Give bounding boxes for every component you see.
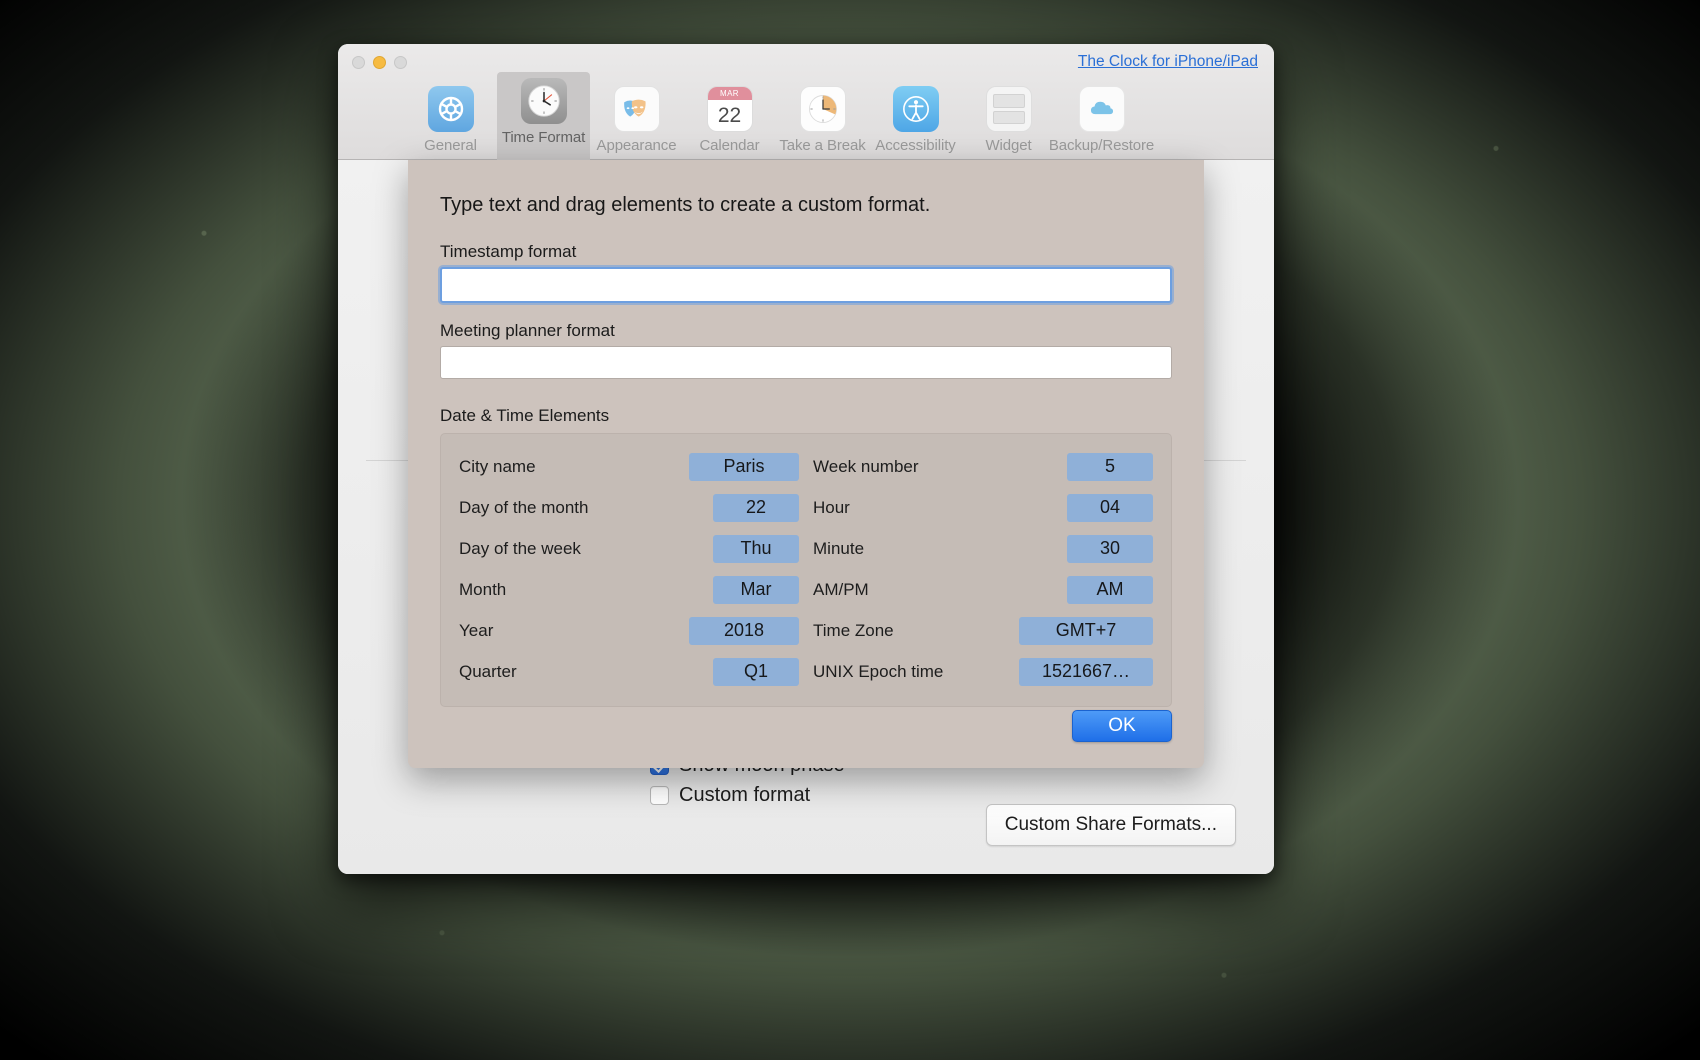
- element-token[interactable]: Thu: [713, 534, 799, 563]
- tab-backup-restore[interactable]: Backup/Restore: [1049, 80, 1154, 160]
- element-token[interactable]: AM: [1067, 575, 1153, 604]
- element-token[interactable]: 04: [1067, 493, 1153, 522]
- element-token[interactable]: 5: [1067, 452, 1153, 481]
- traffic-lights: [352, 56, 407, 69]
- element-row[interactable]: Quarter Q1: [459, 651, 799, 692]
- element-token[interactable]: 2018: [689, 616, 799, 645]
- tab-take-a-break[interactable]: Take a Break: [776, 80, 869, 160]
- tab-accessibility[interactable]: Accessibility: [869, 80, 962, 160]
- element-label: UNIX Epoch time: [813, 661, 944, 681]
- tab-widget[interactable]: Widget: [962, 80, 1055, 160]
- tab-label: Time Format: [501, 129, 586, 146]
- toolbar-tabs: General Time Format Appearance MAR 22 Ca…: [404, 72, 1154, 160]
- element-label: Day of the week: [459, 538, 581, 558]
- app-store-link[interactable]: The Clock for iPhone/iPad: [1078, 53, 1258, 71]
- theater-masks-icon: [613, 86, 660, 132]
- date-time-elements-box: City name Paris Day of the month 22 Day …: [440, 433, 1172, 707]
- element-row[interactable]: Day of the week Thu: [459, 528, 799, 569]
- element-label: City name: [459, 456, 536, 476]
- tab-appearance[interactable]: Appearance: [590, 80, 683, 160]
- widget-icon: [985, 86, 1032, 132]
- tab-label: Accessibility: [875, 137, 956, 154]
- cloud-icon: [1078, 86, 1125, 132]
- preferences-window: The Clock for iPhone/iPad General Time F…: [338, 44, 1274, 874]
- element-token[interactable]: Paris: [689, 452, 799, 481]
- tab-label: Widget: [985, 137, 1032, 154]
- element-label: Hour: [813, 497, 850, 517]
- element-row[interactable]: Month Mar: [459, 569, 799, 610]
- elements-column-left: City name Paris Day of the month 22 Day …: [459, 446, 799, 692]
- calendar-icon-month: MAR: [707, 87, 752, 100]
- element-row[interactable]: Hour 04: [813, 487, 1153, 528]
- element-row[interactable]: Week number 5: [813, 446, 1153, 487]
- element-label: Minute: [813, 538, 865, 558]
- element-token[interactable]: Q1: [713, 657, 799, 686]
- calendar-icon: MAR 22: [706, 86, 753, 132]
- meeting-planner-format-input[interactable]: [440, 346, 1172, 379]
- zoom-button[interactable]: [394, 56, 407, 69]
- tab-calendar[interactable]: MAR 22 Calendar: [683, 80, 776, 160]
- element-token[interactable]: 30: [1067, 534, 1153, 563]
- tab-label: General: [424, 137, 477, 154]
- sheet-instruction-text: Type text and drag elements to create a …: [440, 194, 931, 216]
- checkbox-custom-format[interactable]: Custom format: [650, 784, 810, 807]
- tab-general[interactable]: General: [404, 80, 497, 160]
- element-token[interactable]: 1521667…: [1019, 657, 1153, 686]
- minimize-button[interactable]: [373, 56, 386, 69]
- meeting-planner-format-label: Meeting planner format: [440, 321, 615, 340]
- element-row[interactable]: City name Paris: [459, 446, 799, 487]
- element-label: Year: [459, 620, 494, 640]
- checkbox-label: Custom format: [679, 784, 811, 806]
- element-row[interactable]: Year 2018: [459, 610, 799, 651]
- element-token[interactable]: Mar: [713, 575, 799, 604]
- element-label: Quarter: [459, 661, 517, 681]
- accessibility-icon: [892, 86, 939, 132]
- element-token[interactable]: GMT+7: [1019, 616, 1153, 645]
- element-row[interactable]: Day of the month 22: [459, 487, 799, 528]
- timestamp-format-label: Timestamp format: [440, 242, 577, 261]
- element-token[interactable]: 22: [713, 493, 799, 522]
- tab-label: Appearance: [596, 137, 677, 154]
- timestamp-format-input[interactable]: [440, 267, 1172, 303]
- custom-share-formats-button[interactable]: Custom Share Formats...: [985, 804, 1236, 846]
- custom-format-sheet: Type text and drag elements to create a …: [408, 160, 1204, 768]
- close-button[interactable]: [352, 56, 365, 69]
- element-row[interactable]: Time Zone GMT+7: [813, 610, 1153, 651]
- element-label: Time Zone: [813, 620, 894, 640]
- element-label: Day of the month: [459, 497, 589, 517]
- tab-label: Calendar: [699, 137, 760, 154]
- clock-icon: [520, 78, 567, 124]
- window-toolbar: The Clock for iPhone/iPad General Time F…: [338, 44, 1274, 160]
- date-time-elements-label: Date & Time Elements: [440, 406, 610, 425]
- ok-button[interactable]: OK: [1072, 710, 1172, 742]
- desktop-background: The Clock for iPhone/iPad General Time F…: [0, 0, 1700, 1060]
- element-label: Month: [459, 579, 507, 599]
- gear-icon: [427, 86, 474, 132]
- calendar-icon-day: 22: [717, 103, 742, 127]
- element-row[interactable]: UNIX Epoch time 1521667…: [813, 651, 1153, 692]
- tab-label: Backup/Restore: [1048, 137, 1155, 154]
- break-clock-icon: [799, 86, 846, 132]
- tab-label: Take a Break: [779, 137, 866, 154]
- element-row[interactable]: AM/PM AM: [813, 569, 1153, 610]
- tab-time-format[interactable]: Time Format: [497, 72, 590, 160]
- element-label: Week number: [813, 456, 919, 476]
- element-label: AM/PM: [813, 579, 869, 599]
- elements-column-right: Week number 5 Hour 04 Minute 30 AM/PM AM…: [813, 446, 1153, 692]
- element-row[interactable]: Minute 30: [813, 528, 1153, 569]
- checkbox-box[interactable]: [650, 786, 669, 805]
